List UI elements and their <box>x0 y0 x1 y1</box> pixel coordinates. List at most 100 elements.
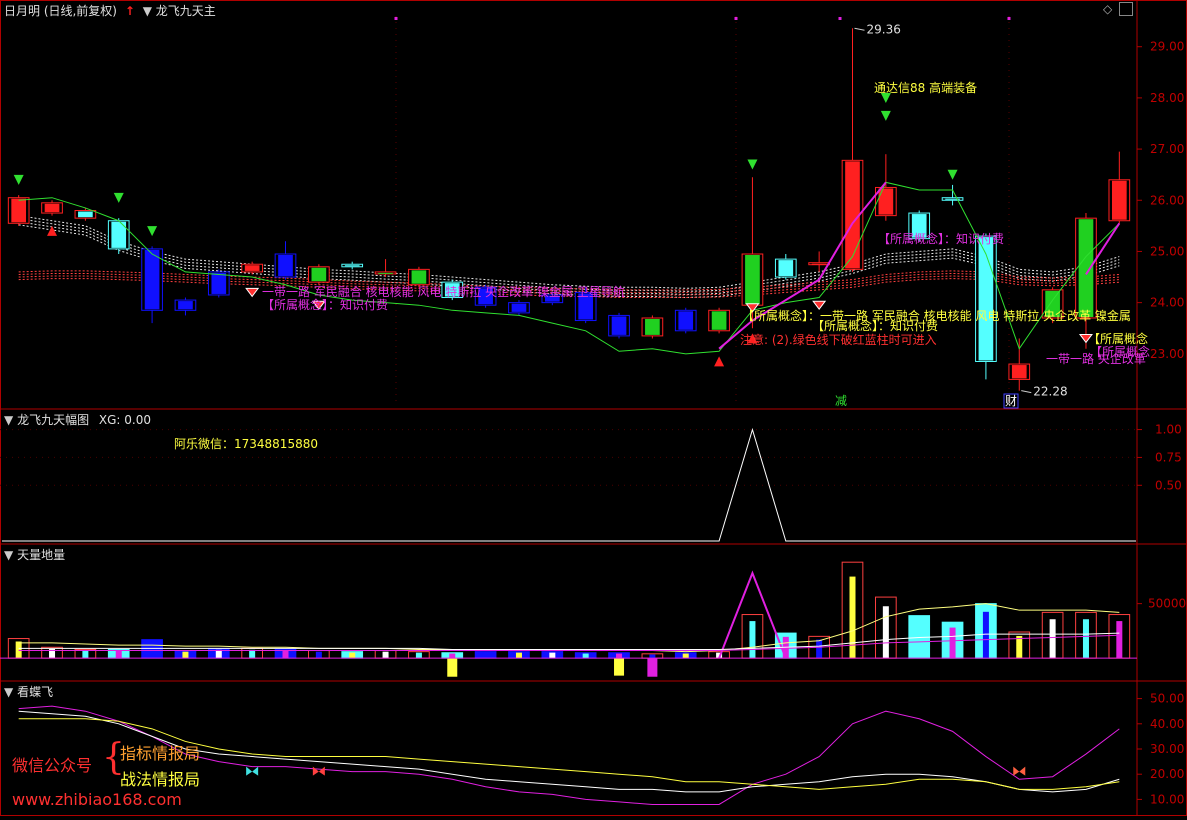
green-down-arrow-icon <box>13 174 24 185</box>
volume-inner-bar <box>882 606 889 659</box>
price-axis-label: 27.00 <box>1150 142 1184 156</box>
green-down-arrow-icon <box>947 169 958 180</box>
volume-inner-bar <box>282 650 289 659</box>
volume-inner-bar <box>515 652 522 659</box>
volume-inner-bar <box>349 652 356 659</box>
candle-body <box>811 263 827 265</box>
panel4-title[interactable]: 看蝶飞 <box>17 685 53 699</box>
volume-inner-bar <box>1082 619 1089 659</box>
price-axis-label: 29.00 <box>1150 40 1184 54</box>
panel3-title[interactable]: 天量地量 <box>17 548 65 562</box>
green-down-arrow-icon <box>880 110 891 121</box>
green-down-arrow-icon <box>147 226 158 237</box>
butterfly-icon <box>312 766 325 776</box>
butterfly-icon <box>1013 766 1026 776</box>
indicator-name[interactable]: 龙飞九天主 <box>156 4 216 18</box>
volume-inner-bar <box>115 650 122 659</box>
red-up-arrow-icon <box>714 356 725 367</box>
volume-inner-bar <box>482 652 489 659</box>
tdx-sector-label: 通达信88 高端装备 <box>874 80 977 95</box>
watermark-label-tactics: 战法情报局 <box>120 770 201 789</box>
candle-body <box>344 265 360 267</box>
stock-title: 日月明 (日线,前复权) <box>4 4 117 18</box>
concept-text-2b: 【所属概念】：知识付费 <box>812 318 938 333</box>
white-dotted-band <box>18 218 1120 292</box>
volume-inner-bar <box>415 652 422 659</box>
jian-marker: 减 <box>835 394 847 408</box>
concept-text-4c: 一带一路 央企改革 <box>1046 351 1146 366</box>
volume-inner-bar <box>249 649 256 659</box>
candle-body <box>645 318 660 335</box>
candle-body <box>411 270 427 284</box>
volume-inner-bar <box>182 651 189 659</box>
panel4-header: ▼ 看蝶飞 <box>4 683 53 700</box>
concept-text-1: 一带一路 军民融合 核电核能 风电 特斯拉 央企改革 镍金属 卫星导航 <box>262 284 625 299</box>
candle-body <box>778 260 794 277</box>
volume-inner-bar <box>1116 621 1123 659</box>
top-marker-dot <box>394 17 398 20</box>
panel2-toggle-icon[interactable]: ▼ <box>4 413 13 427</box>
panel2-xg-value: XG: 0.00 <box>98 413 152 427</box>
volume-inner-bar <box>215 649 222 659</box>
panel4-axis-label: 40.00 <box>1150 717 1184 731</box>
green-down-arrow-icon <box>113 192 124 203</box>
green-down-arrow-icon <box>747 159 758 170</box>
candle-body <box>11 198 27 223</box>
high-price-label: 29.36 <box>867 22 901 36</box>
candle-body <box>678 311 694 330</box>
watermark-label-indicator: 指标情报局 <box>120 744 201 763</box>
watermark-label-wechat: 微信公众号 <box>12 756 93 775</box>
strategy-note: 注意: (2).绿色线下破红蓝柱时可进入 <box>740 332 937 347</box>
volume-inner-bar <box>916 622 923 659</box>
panel1-scrollbar[interactable] <box>1119 2 1133 16</box>
candle-body <box>378 272 393 274</box>
price-axis-label: 28.00 <box>1150 91 1184 105</box>
watermark: 微信公众号 { 指标情报局 战法情报局 www.zhibiao168.com <box>10 738 250 812</box>
candle-body <box>44 203 60 213</box>
candle-body <box>311 267 327 282</box>
concept-text-3: 【所属概念】：知识付费 <box>878 231 1004 246</box>
candle-body <box>845 161 860 269</box>
candle-body <box>611 316 627 335</box>
indicator-toggle-icon[interactable]: ▼ <box>143 4 152 18</box>
price-axis-label: 26.00 <box>1150 193 1184 207</box>
low-volume-marker <box>614 658 625 676</box>
panel2-header: ▼ 龙飞九天幅图 XG: 0.00 <box>4 411 151 428</box>
volume-inner-bar <box>1016 635 1023 659</box>
panel4-axis-label: 50.00 <box>1150 692 1184 706</box>
candle-body <box>978 237 994 361</box>
panel2-signal-line <box>2 427 1136 542</box>
panel4-toggle-icon[interactable]: ▼ <box>4 685 13 699</box>
chart-canvas: 29.00 28.00 27.00 26.00 25.00 24.00 23.00 29.36… <box>0 0 1187 816</box>
watermark-url: www.zhibiao168.com <box>12 790 182 809</box>
volume-inner-bar <box>682 653 689 659</box>
candle-body <box>878 188 894 215</box>
panel1-header: 日月明 (日线,前复权) ↑ ▼ 龙飞九天主 <box>4 2 216 19</box>
diamond-icon <box>812 300 827 311</box>
concept-text-1b: 【所属概念】：知识付费 <box>262 297 388 312</box>
volume-inner-bar <box>749 621 756 659</box>
top-marker-dot <box>838 17 842 20</box>
concept-text-4a: 【所属概念 <box>1088 331 1148 346</box>
low-price-label: 22.28 <box>1033 385 1067 399</box>
panel1-options-icon[interactable]: ◇ <box>1103 2 1112 16</box>
price-axis-label: 25.00 <box>1150 244 1184 258</box>
panel2-axis-label: 1.00 <box>1155 423 1182 437</box>
panel2-title[interactable]: 龙飞九天幅图 <box>17 413 89 427</box>
volume-inner-bar <box>449 653 456 659</box>
top-marker-dot <box>734 17 738 20</box>
candle-body <box>711 311 727 330</box>
panel3-toggle-icon[interactable]: ▼ <box>4 548 13 562</box>
volume-inner-bar <box>949 627 956 659</box>
price-axis-label: 23.00 <box>1150 347 1184 361</box>
candle-body <box>144 249 160 310</box>
panel2-axis-label: 0.50 <box>1155 478 1182 492</box>
volume-inner-bar <box>549 652 556 659</box>
volume-inner-bar <box>382 651 389 659</box>
panel3-header: ▼ 天量地量 <box>4 546 65 563</box>
candle-body <box>211 272 227 294</box>
candle-body <box>511 303 527 312</box>
panel2-axis-label: 0.75 <box>1155 450 1182 464</box>
volume-inner-bar <box>649 654 656 659</box>
stock-chart-window: 29.00 28.00 27.00 26.00 25.00 24.00 23.00 29.36… <box>0 0 1187 816</box>
